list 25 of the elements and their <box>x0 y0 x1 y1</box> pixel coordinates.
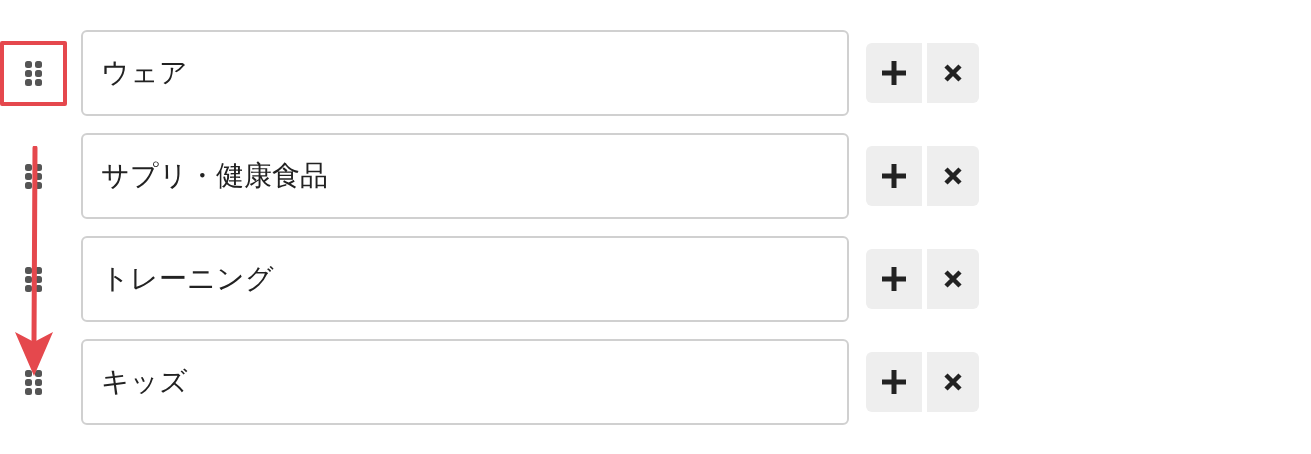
add-button[interactable] <box>866 352 922 412</box>
drag-handle[interactable] <box>0 40 67 106</box>
close-icon <box>943 166 963 186</box>
add-button[interactable] <box>866 249 922 309</box>
close-icon <box>943 63 963 83</box>
input-field[interactable]: トレーニング <box>81 236 849 322</box>
grip-icon <box>25 60 42 86</box>
input-field[interactable]: キッズ <box>81 339 849 425</box>
grip-icon <box>25 163 42 189</box>
plus-icon <box>881 163 907 189</box>
remove-button[interactable] <box>927 352 979 412</box>
close-icon <box>943 372 963 392</box>
close-icon <box>943 269 963 289</box>
add-button[interactable] <box>866 43 922 103</box>
plus-icon <box>881 266 907 292</box>
remove-button[interactable] <box>927 43 979 103</box>
remove-button[interactable] <box>927 249 979 309</box>
input-field[interactable]: ウェア <box>81 30 849 116</box>
grip-icon <box>25 266 42 292</box>
remove-button[interactable] <box>927 146 979 206</box>
add-button[interactable] <box>866 146 922 206</box>
grip-icon <box>25 369 42 395</box>
plus-icon <box>881 369 907 395</box>
plus-icon <box>881 60 907 86</box>
input-field[interactable]: サプリ・健康食品 <box>81 133 849 219</box>
